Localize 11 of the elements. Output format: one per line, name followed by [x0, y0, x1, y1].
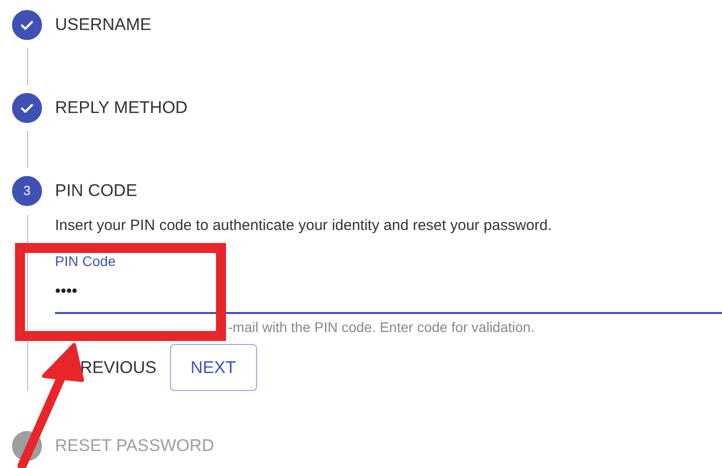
step-label: PIN CODE	[55, 180, 138, 202]
step-label: USERNAME	[55, 14, 152, 36]
step-label: RESET PASSWORD	[55, 435, 214, 458]
step-description: Insert your PIN code to authenticate your identity and reset your password.	[55, 216, 553, 236]
helper-text: -mail with the PIN code. Enter code for validation.	[228, 318, 535, 336]
previous-button[interactable]: REVIOUS	[80, 344, 157, 390]
step-label: REPLY METHOD	[55, 97, 188, 120]
pin-code-field[interactable]: ••••	[55, 274, 722, 314]
step-indicator: 3	[12, 176, 42, 206]
next-button[interactable]: NEXT	[170, 344, 257, 391]
field-label: PIN Code	[55, 252, 116, 270]
